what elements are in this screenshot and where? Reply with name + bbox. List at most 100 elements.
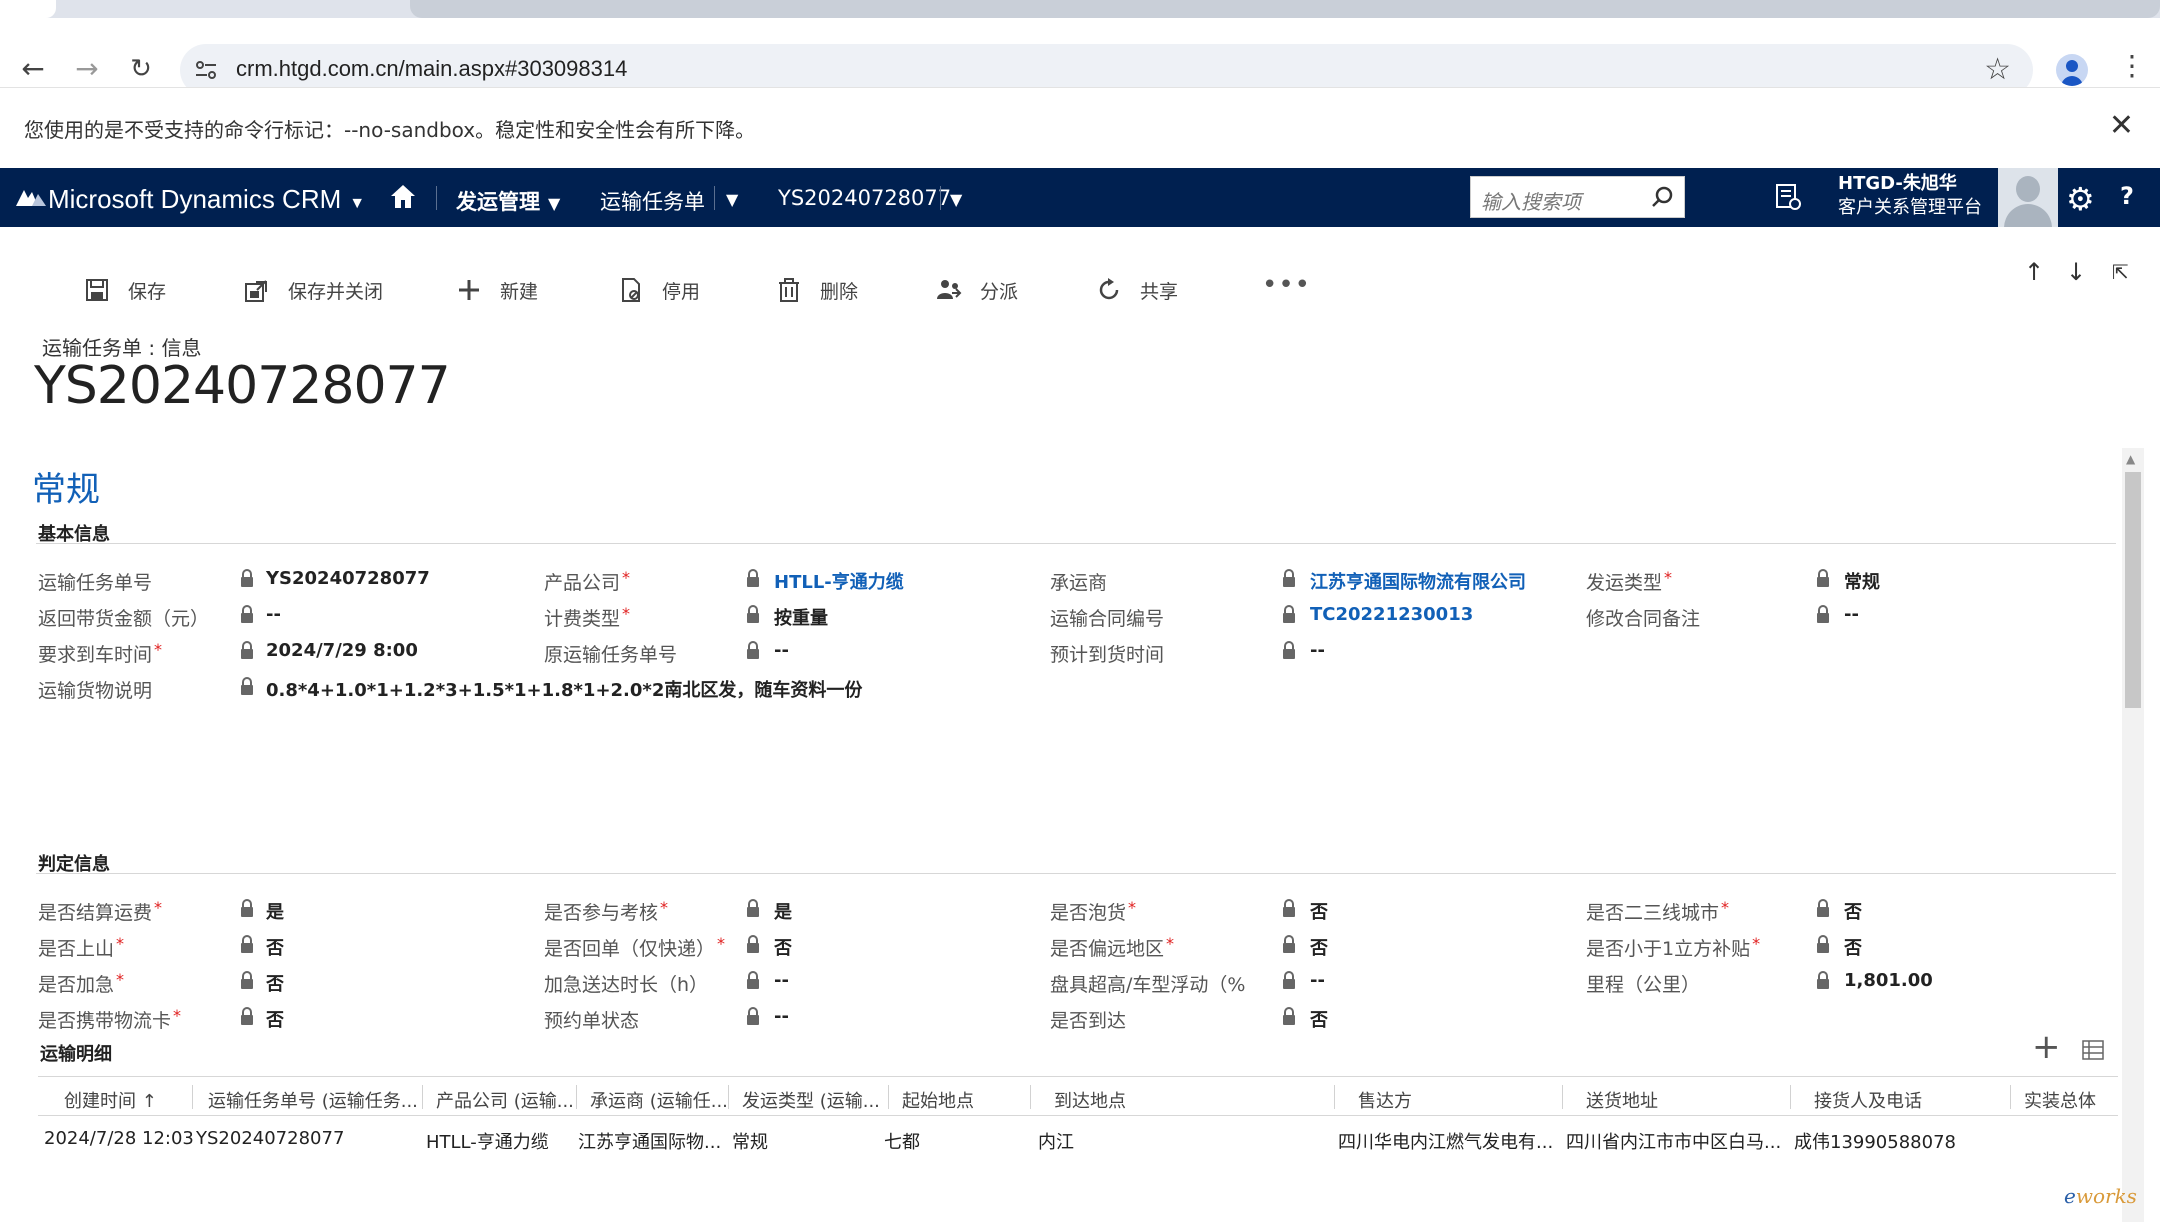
grid-add-button[interactable]: + — [2032, 1030, 2061, 1064]
field-value: YS20240728077 — [266, 568, 430, 589]
assign-button[interactable]: 分派 — [936, 272, 1018, 308]
field-value: 否 — [266, 938, 284, 959]
table-cell: HTLL-亨通力缆 — [426, 1132, 549, 1153]
lock-icon — [1816, 935, 1830, 953]
grid-column-separator[interactable] — [2010, 1085, 2011, 1109]
close-icon[interactable]: ✕ — [2109, 108, 2134, 143]
grid-column-separator[interactable] — [192, 1085, 193, 1109]
lock-icon — [1816, 605, 1830, 623]
next-record-icon[interactable]: ↓ — [2066, 258, 2086, 286]
avatar[interactable] — [1998, 168, 2058, 227]
kebab-icon[interactable]: ⋮ — [2118, 52, 2146, 80]
field-value-link[interactable]: TC20221230013 — [1310, 604, 1473, 625]
user-name: HTGD-朱旭华 — [1838, 173, 1957, 194]
grid-column-separator[interactable] — [422, 1085, 423, 1109]
grid-column-header[interactable]: 起始地点 — [902, 1087, 974, 1113]
grid-column-separator[interactable] — [1790, 1085, 1791, 1109]
popout-icon[interactable]: ⇱ — [2112, 260, 2129, 284]
nav-entity[interactable]: 运输任务单 — [600, 186, 705, 216]
grid-column-header[interactable]: 产品公司 (运输... — [436, 1087, 574, 1113]
grid-view-icon[interactable] — [2082, 1040, 2104, 1060]
browser-tab-inactive[interactable] — [410, 0, 2160, 18]
field-value-link[interactable]: HTLL-亨通力缆 — [774, 568, 904, 594]
new-button[interactable]: 新建 — [456, 272, 538, 308]
share-button[interactable]: 共享 — [1096, 272, 1178, 308]
grid-column-separator[interactable] — [888, 1085, 889, 1109]
grid-column-separator[interactable] — [1562, 1085, 1563, 1109]
scrollbar-thumb[interactable] — [2125, 472, 2141, 708]
required-marker: * — [622, 604, 631, 623]
forward-icon[interactable]: → — [70, 52, 104, 86]
grid-column-header[interactable]: 运输任务单号 (运输任务... — [208, 1087, 418, 1113]
org-name: 客户关系管理平台 — [1838, 197, 1982, 218]
lock-icon — [746, 569, 760, 587]
browser-tab-active[interactable] — [0, 0, 56, 18]
nav-record-chevron-icon[interactable]: ▼ — [950, 186, 962, 210]
field-label-text: 是否加急 — [38, 974, 115, 996]
lock-icon — [1282, 971, 1296, 989]
home-icon[interactable] — [388, 182, 418, 212]
tab-general[interactable]: 常规 — [32, 462, 100, 511]
lock-icon — [240, 971, 254, 989]
lock-icon — [746, 1007, 760, 1025]
url-text[interactable]: crm.htgd.com.cn/main.aspx#303098314 — [236, 56, 627, 82]
nav-entity-chevron-icon[interactable]: ▼ — [726, 186, 738, 210]
save-close-button[interactable]: 保存并关闭 — [244, 272, 383, 308]
grid-column-separator[interactable] — [728, 1085, 729, 1109]
browser-tabstrip — [0, 0, 2160, 18]
scroll-up-icon[interactable]: ▲ — [2126, 452, 2135, 466]
more-commands-button[interactable]: ••• — [1262, 270, 1311, 300]
grid-column-header[interactable]: 送货地址 — [1586, 1087, 1658, 1113]
site-info-icon[interactable] — [192, 56, 220, 84]
field-value: 否 — [266, 1010, 284, 1031]
grid-column-separator[interactable] — [1030, 1085, 1031, 1109]
field-label-text: 修改合同备注 — [1586, 608, 1701, 630]
save-label: 保存 — [128, 280, 167, 303]
field-label-text: 运输任务单号 — [38, 572, 153, 594]
nav-record[interactable]: YS20240728077 — [778, 186, 951, 210]
field-label: 发运类型 * — [1586, 568, 1672, 595]
field-label-text: 要求到车时间 — [38, 644, 153, 666]
deactivate-label: 停用 — [662, 280, 701, 303]
field-label: 是否携带物流卡 * — [38, 1006, 181, 1033]
section-divider — [36, 873, 2116, 874]
field-value: 否 — [1844, 902, 1862, 923]
field-value: -- — [1310, 640, 1325, 661]
grid-column-header[interactable]: 发运类型 (运输... — [742, 1087, 880, 1113]
grid-column-header[interactable]: 接货人及电话 — [1814, 1087, 1922, 1113]
field-value: 否 — [774, 938, 792, 959]
grid-column-header[interactable]: 到达地点 — [1054, 1087, 1126, 1113]
lock-icon — [746, 971, 760, 989]
table-cell: 四川华电内江燃气发电有... — [1338, 1132, 1554, 1153]
gear-icon[interactable]: ⚙ — [2066, 180, 2095, 218]
back-icon[interactable]: ← — [16, 52, 50, 86]
scrollbar[interactable]: ▲ — [2122, 448, 2144, 1222]
field-label: 是否偏远地区 * — [1050, 934, 1174, 961]
nav-area-menu[interactable]: 发运管理 ▼ — [456, 186, 560, 216]
field-label: 运输货物说明 — [38, 676, 152, 703]
grid-column-header[interactable]: 创建时间 ↑ — [64, 1087, 157, 1113]
grid-column-header[interactable]: 承运商 (运输任... — [590, 1087, 728, 1113]
search-input[interactable]: 输入搜索项 — [1481, 186, 1581, 215]
crm-search-box[interactable]: 输入搜索项 — [1470, 176, 1685, 218]
profile-icon[interactable] — [2056, 54, 2088, 86]
save-button[interactable]: 保存 — [84, 272, 166, 308]
user-info[interactable]: HTGD-朱旭华 客户关系管理平台 — [1838, 172, 1982, 220]
star-icon[interactable]: ☆ — [1984, 52, 2011, 87]
field-value: -- — [774, 1006, 789, 1027]
field-value-link[interactable]: 江苏亨通国际物流有限公司 — [1310, 568, 1526, 594]
previous-record-icon[interactable]: ↑ — [2024, 258, 2044, 286]
grid-column-separator[interactable] — [1334, 1085, 1335, 1109]
grid-column-header[interactable]: 实装总体 — [2024, 1087, 2096, 1113]
table-cell: YS20240728077 — [196, 1128, 345, 1149]
delete-button[interactable]: 删除 — [776, 272, 858, 308]
reload-icon[interactable]: ↻ — [124, 52, 158, 86]
grid-column-separator[interactable] — [576, 1085, 577, 1109]
search-icon[interactable] — [1650, 185, 1674, 209]
grid-column-header[interactable]: 售达方 — [1358, 1087, 1412, 1113]
deactivate-button[interactable]: 停用 — [618, 272, 700, 308]
crm-brand-menu[interactable]: Microsoft Dynamics CRM ▼ — [48, 184, 365, 215]
help-icon[interactable]: ? — [2120, 182, 2134, 210]
recent-icon[interactable] — [1774, 182, 1802, 212]
field-label: 产品公司 * — [544, 568, 630, 595]
